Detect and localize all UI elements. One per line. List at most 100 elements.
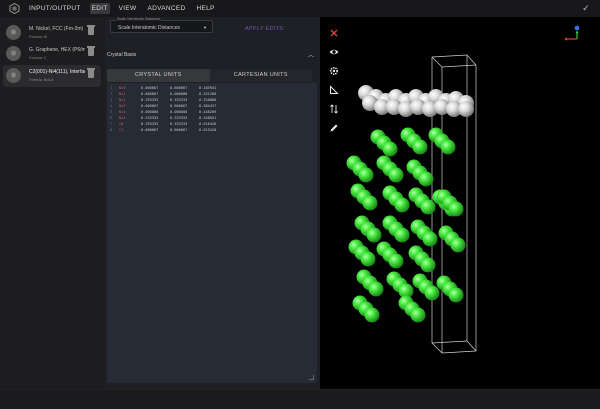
coord-z: 0.185941 — [199, 86, 217, 90]
units-tabs: CRYSTAL UNITS CARTESIAN UNITS — [107, 69, 312, 82]
coord-x: 0.000000 — [141, 110, 159, 114]
element-symbol: C1 — [119, 128, 124, 132]
material-atom-icon: ⚛ — [6, 46, 21, 61]
coord-x: 0.666667 — [141, 104, 159, 108]
tab-cartesian-units[interactable]: CARTESIAN UNITS — [209, 69, 312, 82]
material-formula: Formula: Ni — [29, 35, 48, 39]
line-number: 8 — [110, 128, 113, 132]
material-item[interactable]: ⚛ M. Nickel, FCC (Fm-3m) Formula: Ni — [3, 22, 101, 44]
edit-action-dropdown[interactable]: Scale Interatomic Distances Scale Intera… — [110, 17, 213, 33]
axes-indicator — [560, 24, 584, 51]
menu-help[interactable]: HELP — [195, 3, 217, 14]
pencil-icon[interactable] — [325, 121, 343, 136]
status-bar — [0, 389, 600, 409]
caret-down-icon: ▼ — [203, 25, 207, 30]
coord-x: 0.333333 — [141, 122, 159, 126]
coord-y: 0.333333 — [170, 122, 188, 126]
axis-y-arrow — [575, 30, 579, 33]
nickel-atom[interactable] — [410, 307, 426, 323]
nickel-atom[interactable] — [420, 199, 436, 215]
atom-scene[interactable] — [320, 17, 600, 389]
menu-edit[interactable]: EDIT — [89, 3, 110, 14]
nickel-atom[interactable] — [364, 307, 380, 323]
coord-y: 0.666667 — [170, 104, 188, 108]
basis-code-editor[interactable]: 1 Ni0 0.666667 0.666667 0.185941 2 Ni1 0… — [107, 83, 317, 383]
nickel-atom[interactable] — [450, 237, 466, 253]
nickel-atom[interactable] — [440, 139, 456, 155]
nickel-atom[interactable] — [424, 285, 440, 301]
structure-viewer[interactable] — [320, 17, 600, 389]
element-symbol: Ni0 — [119, 86, 126, 90]
nickel-atom[interactable] — [420, 257, 436, 273]
line-number: 7 — [110, 122, 113, 126]
nickel-atom[interactable] — [394, 197, 410, 213]
coord-z: 0.448269 — [199, 110, 217, 114]
nickel-atom[interactable] — [448, 287, 464, 303]
element-symbol: Ni3 — [119, 104, 126, 108]
nickel-atom[interactable] — [382, 141, 398, 157]
trash-icon[interactable] — [87, 46, 95, 56]
nickel-atom[interactable] — [412, 139, 428, 155]
tab-crystal-units[interactable]: CRYSTAL UNITS — [107, 69, 210, 82]
coord-z: 0.616426 — [199, 122, 217, 126]
coord-x: 0.666667 — [141, 86, 159, 90]
resize-grip[interactable] — [309, 375, 314, 380]
coord-z: 0.548051 — [199, 116, 217, 120]
nickel-atom[interactable] — [394, 227, 410, 243]
coord-x: 0.666667 — [141, 92, 159, 96]
nickel-atom[interactable] — [448, 201, 464, 217]
line-number: 2 — [110, 92, 113, 96]
nickel-atom[interactable] — [418, 171, 434, 187]
coord-y: 0.666667 — [170, 128, 188, 132]
nickel-atom[interactable] — [362, 195, 378, 211]
material-item[interactable]: ⚛ G. Graphene, HEX (P6/mmm) Formula: C — [3, 43, 101, 65]
material-item-selected[interactable]: ⚛ C2(001)-Ni4(111), Interface Formula: N… — [3, 65, 101, 87]
nickel-atom[interactable] — [388, 253, 404, 269]
nickel-atom[interactable] — [368, 281, 384, 297]
coord-y: 0.333333 — [170, 98, 188, 102]
material-atom-icon: ⚛ — [6, 68, 21, 83]
line-number: 1 — [110, 86, 113, 90]
material-name: M. Nickel, FCC (Fm-3m) — [29, 26, 84, 32]
app-logo-icon[interactable] — [9, 2, 20, 15]
gear-icon[interactable] — [325, 64, 343, 79]
menu-input-output[interactable]: INPUT/OUTPUT — [27, 3, 83, 14]
dropdown-caption: Scale Interatomic Distances — [116, 17, 162, 21]
material-formula: Formula: C — [29, 56, 47, 60]
menu-bar: INPUT/OUTPUT EDIT VIEW ADVANCED HELP ✓ — [0, 0, 600, 17]
apply-edits-button[interactable]: APPLY EDITS — [245, 26, 283, 32]
nickel-atom[interactable] — [422, 231, 438, 247]
ruler-icon[interactable] — [325, 83, 343, 98]
eye-icon[interactable] — [325, 45, 343, 60]
line-number: 4 — [110, 104, 113, 108]
coord-z: 0.615420 — [199, 128, 217, 132]
nickel-atom[interactable] — [360, 251, 376, 267]
dropdown-value: Scale Interatomic Distances — [118, 25, 180, 31]
coord-z: 0.384437 — [199, 104, 217, 108]
trash-icon[interactable] — [87, 25, 95, 35]
nickel-atom[interactable] — [358, 167, 374, 183]
editor-panel: Scale Interatomic Distances Scale Intera… — [105, 17, 320, 389]
axis-x-arrow — [564, 37, 567, 41]
material-formula: Formula: Ni4C8 — [29, 78, 54, 82]
material-atom-icon: ⚛ — [6, 25, 21, 40]
nickel-atom[interactable] — [388, 167, 404, 183]
close-icon[interactable] — [325, 26, 343, 41]
chevron-up-icon[interactable]: ︿ — [308, 50, 314, 59]
trash-icon[interactable] — [87, 68, 95, 78]
axis-z-marker — [574, 25, 580, 31]
menu-view[interactable]: VIEW — [117, 3, 139, 14]
element-symbol: C0 — [119, 122, 124, 126]
check-icon[interactable]: ✓ — [582, 3, 590, 14]
coord-y: 0.000000 — [170, 92, 188, 96]
nickel-atom[interactable] — [366, 227, 382, 243]
material-name: G. Graphene, HEX (P6/mmm) — [29, 47, 85, 53]
sort-icon[interactable] — [325, 102, 343, 117]
coord-z: 0.251266 — [199, 92, 217, 96]
carbon-atom[interactable] — [458, 101, 474, 117]
material-name: C2(001)-Ni4(111), Interface — [29, 69, 85, 75]
coord-x: 0.333333 — [141, 116, 159, 120]
section-title: Crystal Basis — [107, 52, 137, 58]
line-number: 6 — [110, 116, 113, 120]
menu-advanced[interactable]: ADVANCED — [145, 3, 187, 14]
